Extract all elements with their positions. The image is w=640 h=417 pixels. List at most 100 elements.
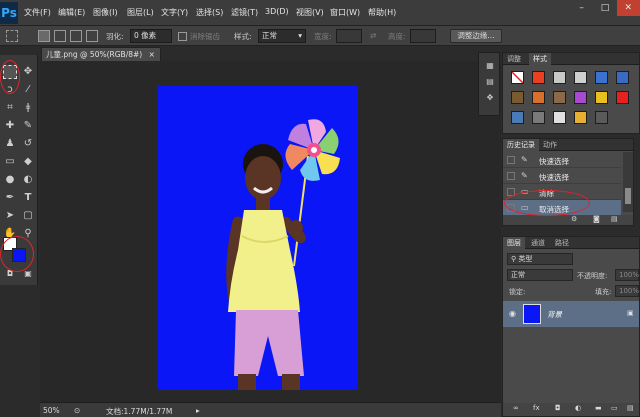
style-swatch-3[interactable]: [553, 71, 566, 84]
panel-icon-1[interactable]: ▦: [483, 59, 497, 73]
subtract-selection-icon[interactable]: [70, 30, 82, 42]
type-tool-icon[interactable]: T: [21, 191, 35, 205]
opacity-input[interactable]: 100%: [615, 269, 639, 281]
style-select[interactable]: 正常 ▾: [258, 29, 306, 43]
eyedropper-tool-icon[interactable]: ǂ: [21, 101, 35, 115]
crop-tool-icon[interactable]: ⌗: [3, 101, 17, 115]
fx-icon[interactable]: fx: [533, 404, 540, 412]
menu-image[interactable]: 图像(I): [93, 7, 118, 18]
style-swatch-16[interactable]: [574, 111, 587, 124]
document-tab[interactable]: 儿童.png @ 50%(RGB/8#) ×: [41, 47, 161, 61]
menu-file[interactable]: 文件(F): [24, 7, 51, 18]
layer-filter-select[interactable]: ⚲ 类型: [507, 253, 573, 265]
pen-tool-icon[interactable]: ✒: [3, 191, 17, 205]
menu-layer[interactable]: 图层(L): [127, 7, 154, 18]
style-swatch-2[interactable]: [532, 71, 545, 84]
export-icon[interactable]: ⊙: [74, 406, 80, 415]
path-select-icon[interactable]: ➤: [3, 209, 17, 223]
style-swatch-15[interactable]: [553, 111, 566, 124]
marquee-preset-icon[interactable]: [6, 30, 18, 42]
tab-layers[interactable]: 图层: [503, 237, 525, 249]
layer-row-background[interactable]: ◉ 背景 ▣: [503, 301, 639, 327]
style-swatch-14[interactable]: [532, 111, 545, 124]
quick-select-tool-icon[interactable]: ⁄: [21, 83, 35, 97]
style-swatch-6[interactable]: [616, 71, 629, 84]
collapsed-panel-strip: ▦ ▤ ✥: [478, 52, 500, 116]
style-swatch-11[interactable]: [595, 91, 608, 104]
style-swatch-10[interactable]: [574, 91, 587, 104]
add-selection-icon[interactable]: [54, 30, 66, 42]
style-swatch-12[interactable]: [616, 91, 629, 104]
history-item[interactable]: ✎ 快速选择: [503, 152, 621, 168]
menu-view[interactable]: 视图(V): [296, 7, 324, 18]
new-layer-icon[interactable]: ▭: [611, 404, 618, 412]
menu-3d[interactable]: 3D(D): [265, 7, 289, 16]
snapshot-icon[interactable]: ⚙: [571, 215, 577, 223]
style-swatch-7[interactable]: [511, 91, 524, 104]
rectangle-tool-icon[interactable]: ▢: [21, 209, 35, 223]
tab-adjustments[interactable]: 调整: [503, 53, 525, 65]
style-swatch-4[interactable]: [574, 71, 587, 84]
tab-styles[interactable]: 样式: [529, 53, 551, 65]
close-button[interactable]: ✕: [616, 0, 640, 16]
tab-channels[interactable]: 通道: [527, 237, 549, 249]
blend-mode-select[interactable]: 正常: [507, 269, 573, 281]
maximize-button[interactable]: □: [593, 0, 616, 16]
history-brush-icon[interactable]: ↺: [21, 137, 35, 151]
history-checkbox[interactable]: [507, 156, 515, 164]
menu-help[interactable]: 帮助(H): [368, 7, 396, 18]
zoom-level[interactable]: 50%: [43, 406, 60, 415]
brush-icon: ✎: [521, 171, 528, 180]
style-swatch-5[interactable]: [595, 71, 608, 84]
healing-brush-icon[interactable]: ✚: [3, 119, 17, 133]
eye-icon[interactable]: ◉: [509, 309, 516, 318]
refine-edge-button[interactable]: 调整边缘...: [450, 29, 502, 43]
menu-type[interactable]: 文字(Y): [161, 7, 188, 18]
brush-tool-icon[interactable]: ✎: [21, 119, 35, 133]
antialias-checkbox[interactable]: [178, 32, 187, 41]
width-input[interactable]: [336, 29, 362, 43]
history-checkbox[interactable]: [507, 172, 515, 180]
style-swatch-none[interactable]: [511, 71, 524, 84]
new-selection-icon[interactable]: [38, 30, 50, 42]
menu-edit[interactable]: 编辑(E): [58, 7, 85, 18]
history-item[interactable]: ✎ 快速选择: [503, 168, 621, 184]
close-tab-icon[interactable]: ×: [149, 50, 155, 59]
history-item-label: 快速选择: [539, 173, 569, 182]
fill-input[interactable]: 100%: [615, 285, 639, 297]
status-bar: 50% ⊙ 文档:1.77M/1.77M ▸: [40, 402, 501, 417]
minimize-button[interactable]: –: [570, 0, 593, 16]
height-input[interactable]: [410, 29, 436, 43]
history-scrollbar[interactable]: [623, 152, 633, 212]
paint-bucket-icon[interactable]: ◆: [21, 155, 35, 169]
group-icon[interactable]: ▬: [595, 404, 602, 412]
menu-window[interactable]: 窗口(W): [330, 7, 360, 18]
document-canvas[interactable]: [158, 86, 358, 390]
eraser-tool-icon[interactable]: ▭: [3, 155, 17, 169]
style-swatch-9[interactable]: [553, 91, 566, 104]
status-menu-arrow-icon[interactable]: ▸: [196, 406, 200, 415]
style-swatch-17[interactable]: [595, 111, 608, 124]
adjustment-icon[interactable]: ◐: [575, 404, 581, 412]
tab-actions[interactable]: 动作: [539, 139, 561, 151]
panel-icon-2[interactable]: ▤: [483, 75, 497, 89]
menu-select[interactable]: 选择(S): [196, 7, 223, 18]
blur-tool-icon[interactable]: ●: [3, 173, 17, 187]
camera-icon[interactable]: ◙: [593, 215, 600, 223]
panel-icon-3[interactable]: ✥: [483, 91, 497, 105]
style-swatch-8[interactable]: [532, 91, 545, 104]
move-tool-icon[interactable]: ✥: [21, 65, 35, 79]
style-swatch-13[interactable]: [511, 111, 524, 124]
menu-filter[interactable]: 滤镜(T): [231, 7, 258, 18]
feather-input[interactable]: 0 像素: [130, 29, 172, 43]
tab-history[interactable]: 历史记录: [503, 139, 539, 151]
link-icon[interactable]: ∞: [513, 404, 519, 412]
dodge-tool-icon[interactable]: ◐: [21, 173, 35, 187]
trash-icon[interactable]: ▤: [611, 215, 618, 223]
trash-icon[interactable]: ▤: [627, 404, 634, 412]
intersect-selection-icon[interactable]: [86, 30, 98, 42]
scrollbar-thumb[interactable]: [625, 188, 631, 204]
clone-stamp-icon[interactable]: ♟: [3, 137, 17, 151]
tab-paths[interactable]: 路径: [551, 237, 573, 249]
mask-icon[interactable]: ◘: [555, 404, 561, 412]
